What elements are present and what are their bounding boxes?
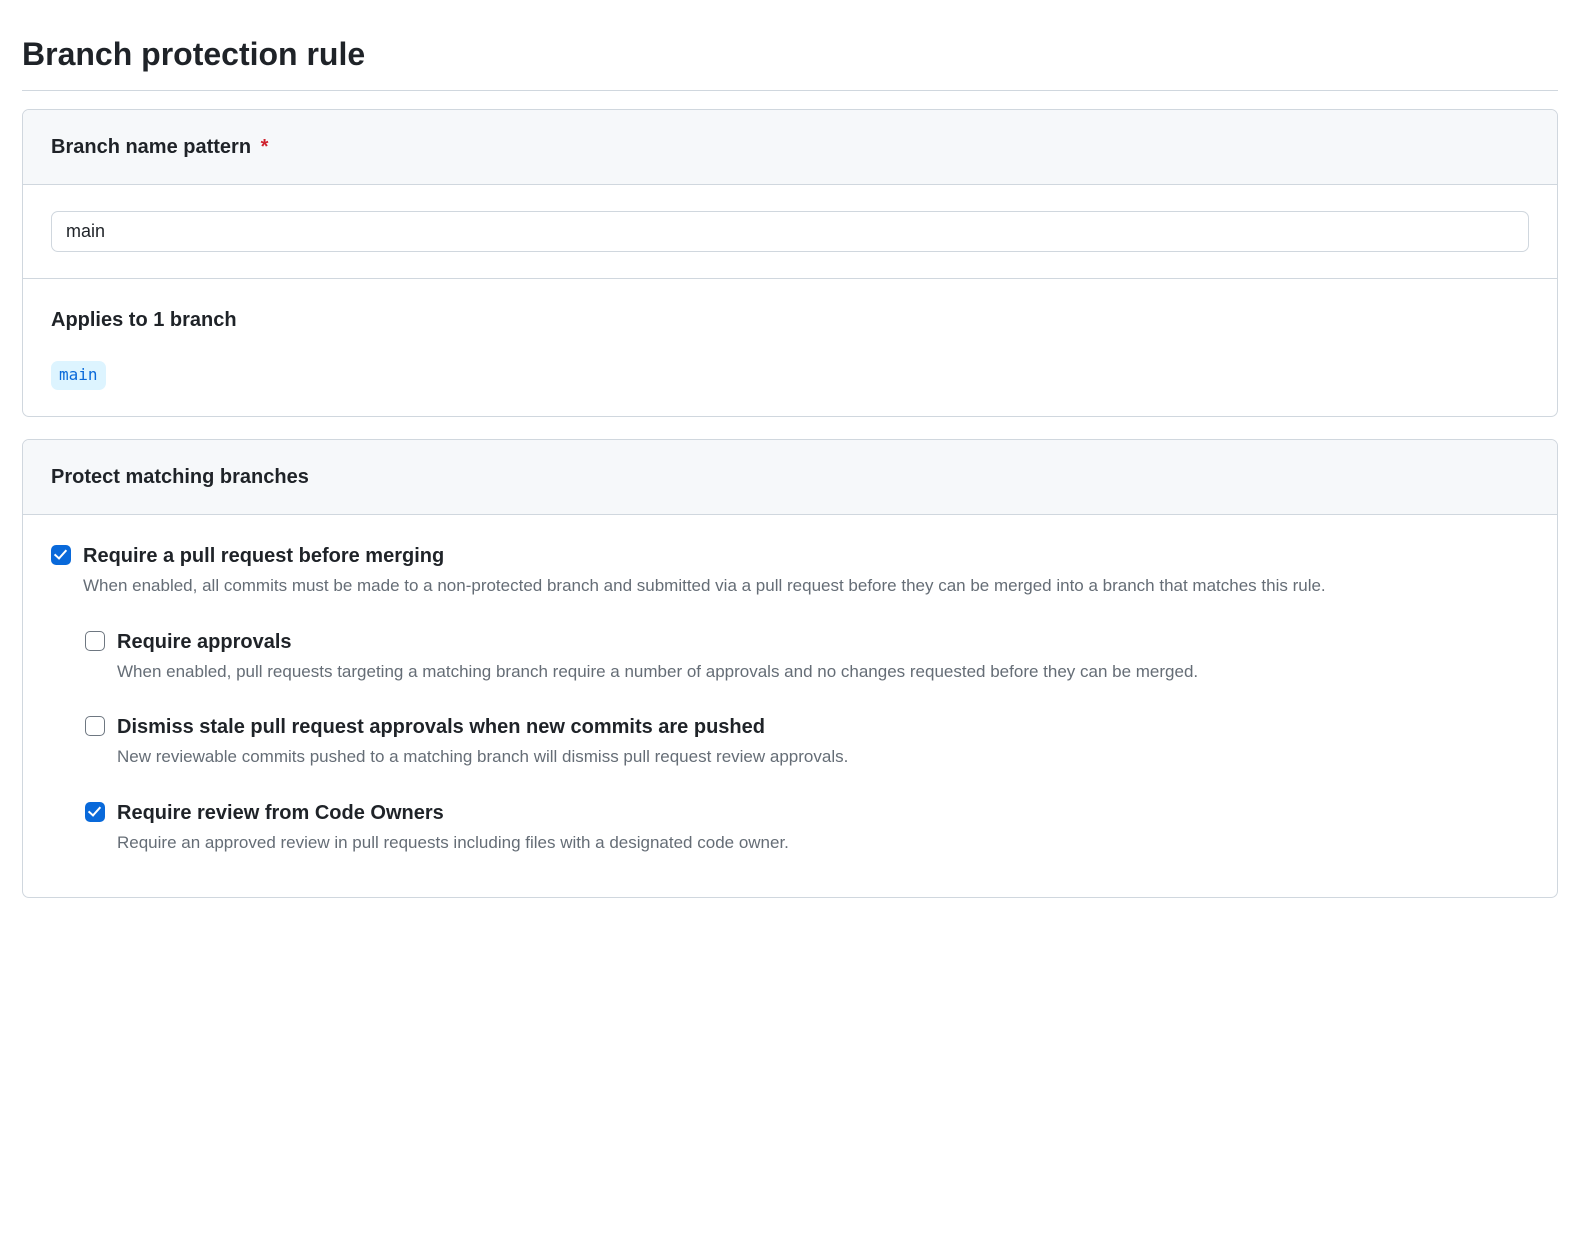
require-approvals-checkbox[interactable] <box>85 631 105 651</box>
option-require-codeowners: Require review from Code Owners Require … <box>85 784 1529 870</box>
branch-pill: main <box>51 361 106 390</box>
applies-to-body: Applies to 1 branch main <box>23 279 1557 416</box>
require-pr-label: Require a pull request before merging <box>83 541 1326 571</box>
require-codeowners-checkbox[interactable] <box>85 802 105 822</box>
page-title: Branch protection rule <box>22 30 1558 91</box>
require-pr-checkbox[interactable] <box>51 545 71 565</box>
dismiss-stale-checkbox[interactable] <box>85 716 105 736</box>
dismiss-stale-text: Dismiss stale pull request approvals whe… <box>117 712 848 770</box>
require-approvals-label: Require approvals <box>117 627 1198 657</box>
applies-to-title: Applies to 1 branch <box>51 305 1529 335</box>
protect-branches-panel: Protect matching branches Require a pull… <box>22 439 1558 898</box>
require-pr-text: Require a pull request before merging Wh… <box>83 541 1326 599</box>
protect-options-body: Require a pull request before merging Wh… <box>23 515 1557 897</box>
branch-pattern-input[interactable] <box>51 211 1529 252</box>
require-pr-desc: When enabled, all commits must be made t… <box>83 573 1326 599</box>
branch-pattern-header-text: Branch name pattern <box>51 136 251 158</box>
protect-header: Protect matching branches <box>23 440 1557 515</box>
option-dismiss-stale: Dismiss stale pull request approvals whe… <box>85 698 1529 784</box>
require-codeowners-label: Require review from Code Owners <box>117 798 789 828</box>
dismiss-stale-label: Dismiss stale pull request approvals whe… <box>117 712 848 742</box>
require-codeowners-text: Require review from Code Owners Require … <box>117 798 789 856</box>
branch-pattern-panel: Branch name pattern * Applies to 1 branc… <box>22 109 1558 417</box>
option-require-pr: Require a pull request before merging Wh… <box>51 537 1529 613</box>
require-codeowners-desc: Require an approved review in pull reque… <box>117 830 789 856</box>
branch-pattern-body <box>23 185 1557 279</box>
require-approvals-desc: When enabled, pull requests targeting a … <box>117 659 1198 685</box>
option-require-approvals: Require approvals When enabled, pull req… <box>85 613 1529 699</box>
required-star-icon: * <box>261 136 269 158</box>
require-approvals-text: Require approvals When enabled, pull req… <box>117 627 1198 685</box>
branch-pattern-header: Branch name pattern * <box>23 110 1557 185</box>
dismiss-stale-desc: New reviewable commits pushed to a match… <box>117 744 848 770</box>
